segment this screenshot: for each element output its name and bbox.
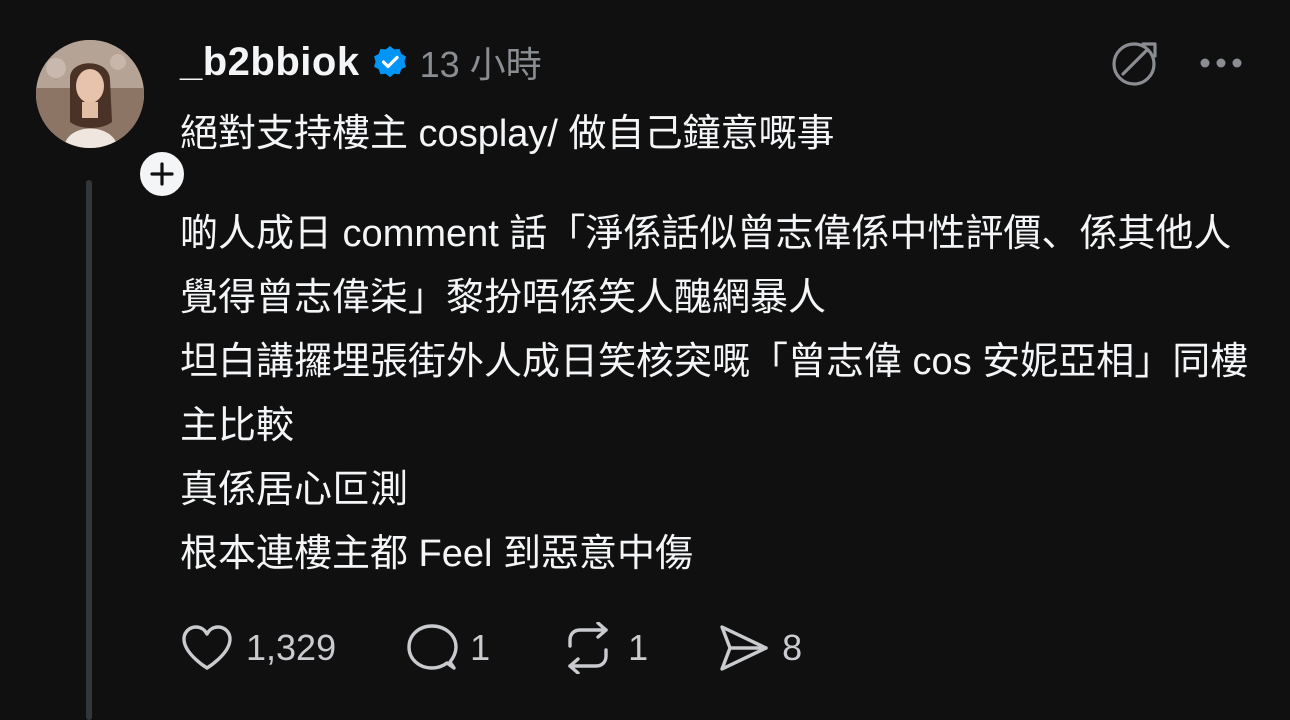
post-line: 啲人成日 comment 話「淨係話似曾志偉係中性評價、係其他人覺得曾志偉柒」黎… <box>180 213 1232 319</box>
share-button[interactable]: 8 <box>718 623 802 673</box>
post-line: 真係居心叵測 <box>180 469 409 511</box>
post-line: 絕對支持樓主 cosplay/ 做自己鐘意嘅事 <box>180 113 835 155</box>
repost-icon <box>568 622 608 674</box>
author-avatar-container[interactable] <box>36 40 190 202</box>
share-count: 8 <box>782 627 803 668</box>
thread-line <box>86 180 92 720</box>
reply-count: 1 <box>470 627 491 668</box>
send-icon <box>720 625 768 671</box>
speech-bubble-icon <box>407 624 458 670</box>
timestamp: 13 小時 <box>419 44 542 85</box>
post-body: 絕對支持樓主 cosplay/ 做自己鐘意嘅事 啲人成日 comment 話「淨… <box>180 102 1250 586</box>
heart-icon <box>182 625 232 670</box>
username[interactable]: _b2bbiok <box>180 40 360 85</box>
post-header: _b2bbiok 13 小時 <box>180 38 542 86</box>
plus-icon <box>150 162 174 186</box>
post-action-bar: 1,329 1 1 8 <box>180 620 872 676</box>
more-icon[interactable] <box>1198 55 1244 71</box>
like-button[interactable]: 1,329 <box>180 624 336 672</box>
repost-button[interactable]: 1 <box>560 622 648 674</box>
like-count: 1,329 <box>246 627 337 668</box>
avatar[interactable] <box>36 40 144 148</box>
reply-button[interactable]: 1 <box>406 622 490 674</box>
post-line: 坦白講攞埋張街外人成日笑核突嘅「曾志偉 cos 安妮亞相」同樓主比較 <box>180 341 1249 447</box>
repost-count: 1 <box>628 627 649 668</box>
avatar-image <box>36 40 144 148</box>
post-line: 根本連樓主都 Feel 到惡意中傷 <box>180 533 694 575</box>
verified-badge-icon <box>373 46 406 78</box>
translate-icon[interactable] <box>1110 38 1160 88</box>
header-actions <box>1110 38 1244 88</box>
